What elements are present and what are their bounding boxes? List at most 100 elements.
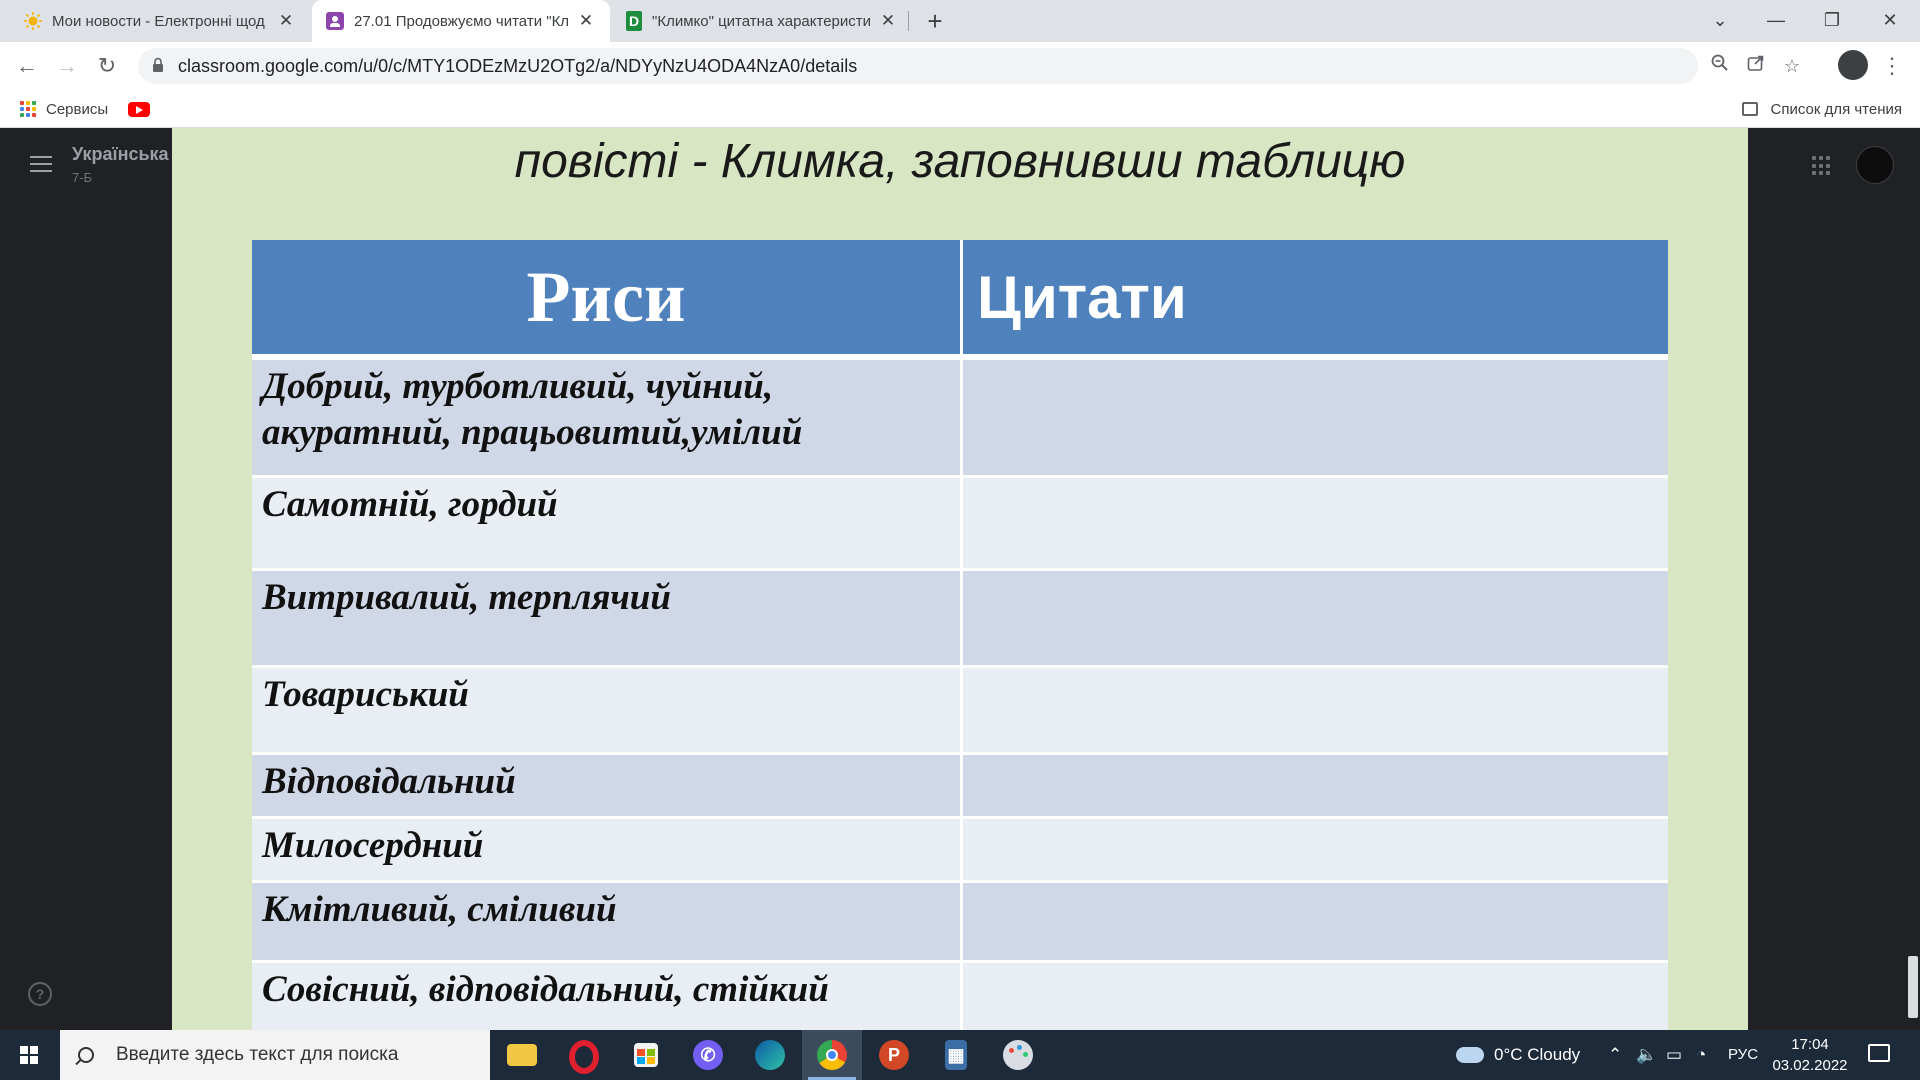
trait-cell: Добрий, турботливий, чуйний, акуратний, …: [252, 360, 963, 478]
new-tab-button[interactable]: +: [920, 6, 950, 36]
table-row: Добрий, турботливий, чуйний, акуратний, …: [252, 360, 1668, 478]
help-icon[interactable]: ?: [28, 982, 52, 1006]
back-icon[interactable]: ←: [10, 50, 44, 82]
address-bar[interactable]: classroom.google.com/u/0/c/MTY1ODEzMzU2O…: [138, 48, 1800, 84]
tab-title: "Климко" цитатна характеристи: [652, 12, 872, 30]
bookmark-services[interactable]: Сервисы: [20, 90, 108, 128]
lock-icon: [153, 57, 163, 72]
minimize-button[interactable]: —: [1748, 0, 1804, 42]
tab-classroom[interactable]: 27.01 Продовжуємо читати "Кл ✕: [312, 0, 610, 42]
palette-icon: [1003, 1040, 1033, 1070]
google-apps-icon[interactable]: [1812, 156, 1832, 176]
weather-widget[interactable]: 0°C Cloudy: [1456, 1030, 1580, 1080]
table-row: Витривалий, терплячий: [252, 571, 1668, 668]
tab-title: Мои новости - Електронні щод: [52, 12, 265, 30]
trait-cell: Самотній, гордий: [252, 478, 963, 571]
bookmarks-bar: Сервисы Список для чтения: [0, 90, 1920, 128]
trait-cell: Милосердний: [252, 819, 963, 883]
quote-cell: [963, 668, 1668, 755]
paint-app[interactable]: [988, 1030, 1048, 1080]
table-row: Самотній, гордий: [252, 478, 1668, 571]
edge-app[interactable]: [740, 1030, 800, 1080]
table-row: Кмітливий, сміливий: [252, 883, 1668, 963]
quote-cell: [963, 755, 1668, 819]
slide-heading: повісті - Климка, заповнивши таблицю: [514, 135, 1406, 188]
forward-icon[interactable]: →: [50, 50, 84, 82]
viber-app[interactable]: ✆: [678, 1030, 738, 1080]
table-row: Товариський: [252, 668, 1668, 755]
windows-logo-icon: [20, 1046, 38, 1064]
close-tab-icon[interactable]: ✕: [878, 11, 898, 31]
more-menu-icon[interactable]: ⋮: [1880, 50, 1904, 82]
volume-icon[interactable]: 🔈: [1636, 1030, 1657, 1080]
clock-time: 17:04: [1791, 1036, 1829, 1053]
edge-icon: [755, 1040, 785, 1070]
calculator-app[interactable]: ▦: [926, 1030, 986, 1080]
powerpoint-icon: P: [879, 1040, 909, 1070]
page-scrollbar[interactable]: [1908, 956, 1918, 1018]
reading-list-icon: [1742, 102, 1759, 116]
reload-icon[interactable]: ↻: [90, 50, 124, 82]
reading-list-button[interactable]: Список для чтения: [1742, 90, 1902, 128]
trait-cell: Кмітливий, сміливий: [252, 883, 963, 963]
store-app[interactable]: [616, 1030, 676, 1080]
account-avatar[interactable]: [1856, 146, 1894, 184]
class-name[interactable]: Українська: [72, 144, 169, 165]
table-header-row: Риси Цитати: [252, 240, 1668, 360]
classroom-icon: [326, 12, 344, 30]
share-icon[interactable]: [1744, 54, 1768, 78]
bookmark-youtube[interactable]: [128, 90, 150, 128]
restore-button[interactable]: ❐: [1804, 0, 1860, 42]
powerpoint-app[interactable]: P: [864, 1030, 924, 1080]
class-section: 7-Б: [72, 170, 93, 185]
quote-cell: [963, 360, 1668, 478]
trait-cell: Відповідальний: [252, 755, 963, 819]
apps-grid-icon: [20, 101, 36, 117]
cloud-icon: [1456, 1047, 1484, 1063]
chrome-app[interactable]: [802, 1030, 862, 1080]
bookmark-star-icon[interactable]: ☆: [1780, 54, 1804, 78]
tab-separator: [908, 11, 909, 31]
folder-icon: [507, 1044, 537, 1066]
trait-cell: Товариський: [252, 668, 963, 755]
hamburger-menu-icon[interactable]: [30, 156, 52, 172]
quote-cell: [963, 819, 1668, 883]
table-row: Совісний, відповідальний, стійкий: [252, 963, 1668, 1030]
browser-toolbar: ← → ↻ classroom.google.com/u/0/c/MTY1ODE…: [0, 42, 1920, 90]
reading-list-label: Список для чтения: [1770, 100, 1902, 118]
viber-icon: ✆: [693, 1040, 723, 1070]
battery-icon[interactable]: ▭: [1666, 1030, 1682, 1080]
trait-cell: Совісний, відповідальний, стійкий: [252, 963, 963, 1030]
start-button[interactable]: [0, 1030, 60, 1080]
zoom-icon[interactable]: [1708, 54, 1732, 78]
windows-taskbar: Введите здесь текст для поиска ✆ P ▦ 0°C…: [0, 1030, 1920, 1080]
page-content: Українська 7-Б ? повісті - Климка, запов…: [0, 128, 1920, 1030]
close-tab-icon[interactable]: ✕: [576, 11, 596, 31]
tab-search-icon[interactable]: ⌄: [1692, 0, 1748, 42]
taskbar-search-box[interactable]: Введите здесь текст для поиска: [60, 1030, 490, 1080]
close-window-button[interactable]: ✕: [1862, 0, 1918, 42]
sun-icon: [24, 12, 42, 30]
network-icon[interactable]: ◔: [1696, 1030, 1706, 1080]
tab-strip: Мои новости - Електронні щод ✕ 27.01 Про…: [0, 0, 1920, 42]
taskbar-clock[interactable]: 17:04 03.02.2022: [1760, 1034, 1860, 1076]
table-row: Відповідальний: [252, 755, 1668, 819]
profile-avatar[interactable]: [1838, 50, 1868, 80]
show-hidden-icons[interactable]: ⌃: [1608, 1030, 1622, 1080]
file-explorer-app[interactable]: [492, 1030, 552, 1080]
quote-cell: [963, 571, 1668, 668]
tab-news[interactable]: Мои новости - Електронні щод ✕: [10, 0, 310, 42]
opera-app[interactable]: [554, 1030, 614, 1080]
chrome-icon: [817, 1040, 847, 1070]
clock-date: 03.02.2022: [1772, 1057, 1848, 1074]
tab-docs[interactable]: D "Климко" цитатна характеристи ✕: [612, 0, 912, 42]
language-indicator[interactable]: РУС: [1728, 1030, 1758, 1080]
notifications-icon[interactable]: [1868, 1044, 1890, 1062]
store-icon: [634, 1043, 658, 1067]
search-placeholder: Введите здесь текст для поиска: [116, 1044, 399, 1065]
quote-cell: [963, 883, 1668, 963]
docs-icon: D: [626, 11, 642, 31]
slide-image: повісті - Климка, заповнивши таблицю Рис…: [172, 128, 1748, 1030]
close-tab-icon[interactable]: ✕: [276, 11, 296, 31]
column-header-traits: Риси: [252, 240, 963, 360]
